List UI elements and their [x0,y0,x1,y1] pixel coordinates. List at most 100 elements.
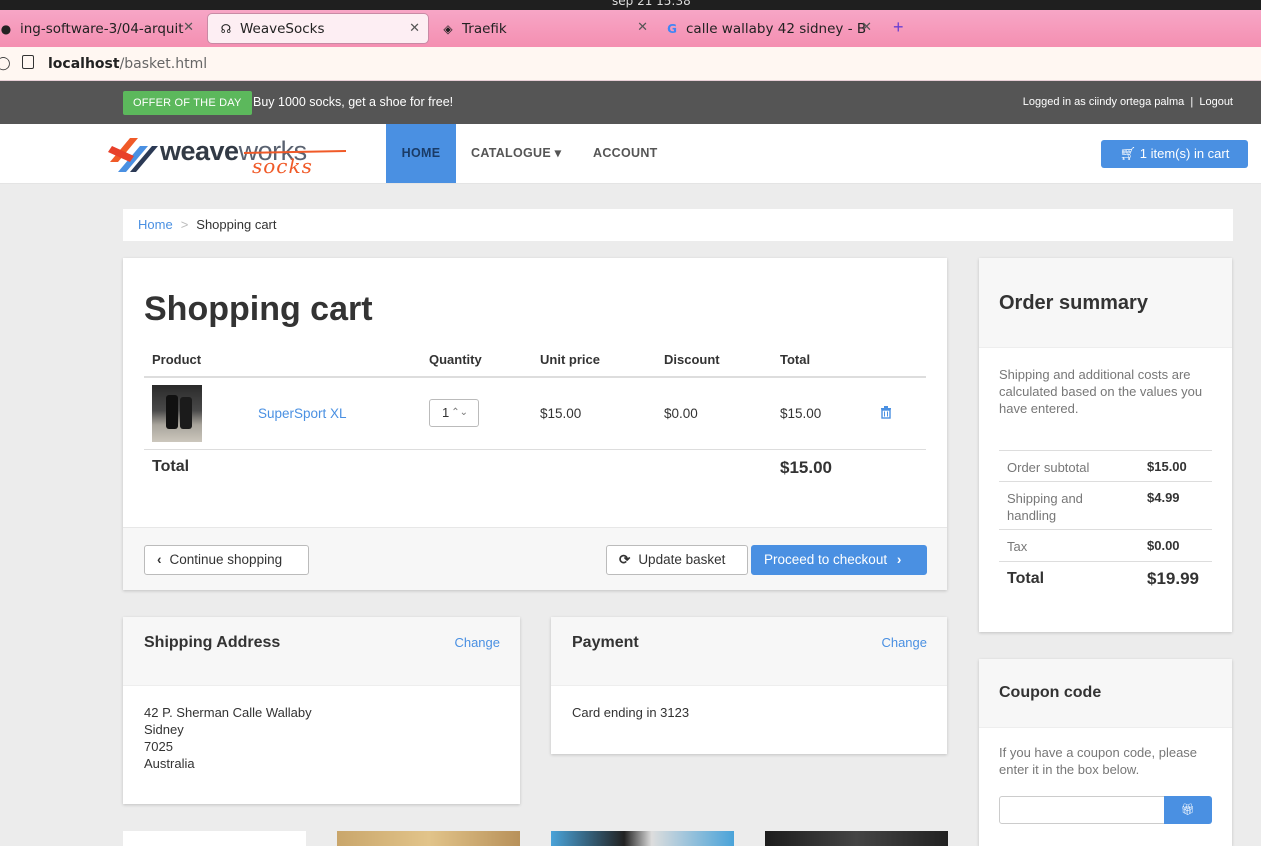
nav-catalogue-label: CATALOGUE [471,146,552,160]
related-product-thumb[interactable] [765,831,948,846]
trash-icon[interactable] [879,405,893,419]
offer-text: Buy 1000 socks, get a shoe for free! [253,95,454,109]
address-postcode: 7025 [144,739,173,754]
github-icon: ● [0,21,12,36]
cart-total-value: $15.00 [780,458,832,477]
col-header-discount: Discount [664,352,720,367]
summary-label: Order subtotal [1007,460,1090,475]
shipping-change-link[interactable]: Change [454,635,500,650]
browser-tab-google[interactable]: G calle wallaby 42 sidney - B ✕ [664,13,886,44]
nav-account[interactable]: ACCOUNT [593,124,658,183]
continue-shopping-label: Continue shopping [169,552,283,567]
os-top-bar: sep 21 15:38 [0,0,1261,10]
summary-total-value: $19.99 [1147,569,1199,588]
chevron-left-icon: ‹ [157,552,162,567]
order-summary-header: Order summary [979,258,1232,348]
coupon-description: If you have a coupon code, please enter … [999,745,1198,777]
url-path: /basket.html [119,56,208,72]
offer-of-the-day-button[interactable]: OFFER OF THE DAY [123,91,252,115]
summary-row-total: Total $19.99 [999,561,1212,595]
shield-icon[interactable]: ◯ [0,56,11,71]
address-city: Sidney [144,722,184,737]
page-title: Shopping cart [144,290,373,328]
coupon-panel: Coupon code If you have a coupon code, p… [979,659,1232,846]
os-clock: sep 21 15:38 [612,0,691,8]
tab-label: ing-software-3/04-arquit [20,20,184,37]
shopping-cart-panel: Shopping cart Product Quantity Unit pric… [123,258,947,590]
close-icon[interactable]: ✕ [409,21,420,36]
gift-icon: 🎁︎ [1181,804,1195,816]
summary-row-shipping: Shipping and handling $4.99 [999,481,1212,529]
discount: $0.00 [664,406,698,421]
product-link[interactable]: SuperSport XL [258,406,347,421]
logout-link[interactable]: Logout [1199,96,1233,108]
browser-tab-github[interactable]: ● ing-software-3/04-arquit ✕ [0,13,202,44]
login-info: Logged in as ciindy ortega palma | Logou… [1023,96,1233,108]
close-icon[interactable]: ✕ [183,20,194,35]
google-icon: G [667,21,677,36]
breadcrumb-home[interactable]: Home [138,217,173,232]
related-product-thumb[interactable] [123,831,306,846]
update-basket-label: Update basket [638,552,726,567]
summary-label: Shipping and handling [1007,491,1083,523]
related-product-thumb[interactable] [551,831,734,846]
coupon-input[interactable] [999,796,1165,824]
url-text[interactable]: localhost/basket.html [48,56,207,72]
main-nav: weaveworks socks HOME CATALOGUE ▾ ACCOUN… [0,124,1261,184]
payment-title: Payment [572,634,639,651]
url-host: localhost [48,56,120,72]
browser-tab-weavesocks[interactable]: ☊ WeaveSocks ✕ [207,13,429,44]
summary-row-tax: Tax $0.00 [999,529,1212,561]
tab-label: Traefik [462,20,507,37]
shipping-header: Shipping Address Change [123,617,520,686]
cart-icon: 🛒︎ [1119,146,1137,161]
cart-actions: ‹ Continue shopping ⟳ Update basket Procee… [123,527,947,590]
nav-catalogue[interactable]: CATALOGUE ▾ [471,124,561,183]
summary-label: Tax [1007,539,1028,554]
quantity-stepper[interactable]: 1 ⌃⌄ [429,399,479,427]
apply-coupon-button[interactable]: 🎁︎ [1164,796,1212,824]
continue-shopping-button[interactable]: ‹ Continue shopping [144,545,309,575]
tab-label: calle wallaby 42 sidney - B [686,20,867,37]
caret-down-icon: ▾ [554,146,562,160]
row-divider [144,449,926,450]
login-separator: | [1190,96,1194,108]
weaveworks-logo[interactable]: weaveworks socks [108,132,348,178]
logo-strike-line [243,150,347,154]
refresh-icon: ⟳ [619,552,631,567]
new-tab-plus-icon[interactable]: + [893,17,904,38]
cart-count-label: 1 item(s) in cart [1139,146,1230,161]
coupon-header: Coupon code [979,659,1232,728]
chevron-right-icon: › [896,552,902,567]
close-icon[interactable]: ✕ [637,20,648,35]
summary-row-subtotal: Order subtotal $15.00 [999,450,1212,481]
shipping-address: 42 P. Sherman Calle Wallaby Sidney 7025 … [144,704,312,772]
payment-change-link[interactable]: Change [881,635,927,650]
url-bar[interactable]: ◯ localhost/basket.html [0,47,1261,81]
col-header-quantity: Quantity [429,352,482,367]
close-icon[interactable]: ✕ [861,20,872,35]
browser-tab-traefik[interactable]: ◈ Traefik ✕ [440,13,656,44]
breadcrumb-separator: > [180,217,189,232]
proceed-to-checkout-button[interactable]: Proceed to checkout › [751,545,927,575]
update-basket-button[interactable]: ⟳ Update basket [606,545,748,575]
shipping-title: Shipping Address [144,634,281,651]
spinner-icon[interactable]: ⌃⌄ [451,400,468,426]
product-image[interactable] [152,385,202,442]
checkout-label: Proceed to checkout [764,552,888,567]
cart-total-label: Total [152,458,190,475]
cart-button[interactable]: 🛒︎ 1 item(s) in cart [1101,140,1248,168]
payment-card: Card ending in 3123 [572,705,690,720]
summary-total-label: Total [1007,570,1045,587]
summary-value: $4.99 [1147,490,1180,505]
tab-label: WeaveSocks [240,20,325,37]
payment-panel: Payment Change Card ending in 3123 [551,617,947,754]
traefik-icon: ◈ [443,21,453,36]
weavesocks-favicon-icon: ☊ [220,21,232,36]
related-product-thumb[interactable] [337,831,520,846]
summary-value: $0.00 [1147,538,1180,553]
col-header-unit-price: Unit price [540,352,600,367]
breadcrumb: Home > Shopping cart [123,209,1233,241]
nav-home[interactable]: HOME [386,124,456,183]
logged-in-text: Logged in as ciindy ortega palma [1022,96,1185,108]
